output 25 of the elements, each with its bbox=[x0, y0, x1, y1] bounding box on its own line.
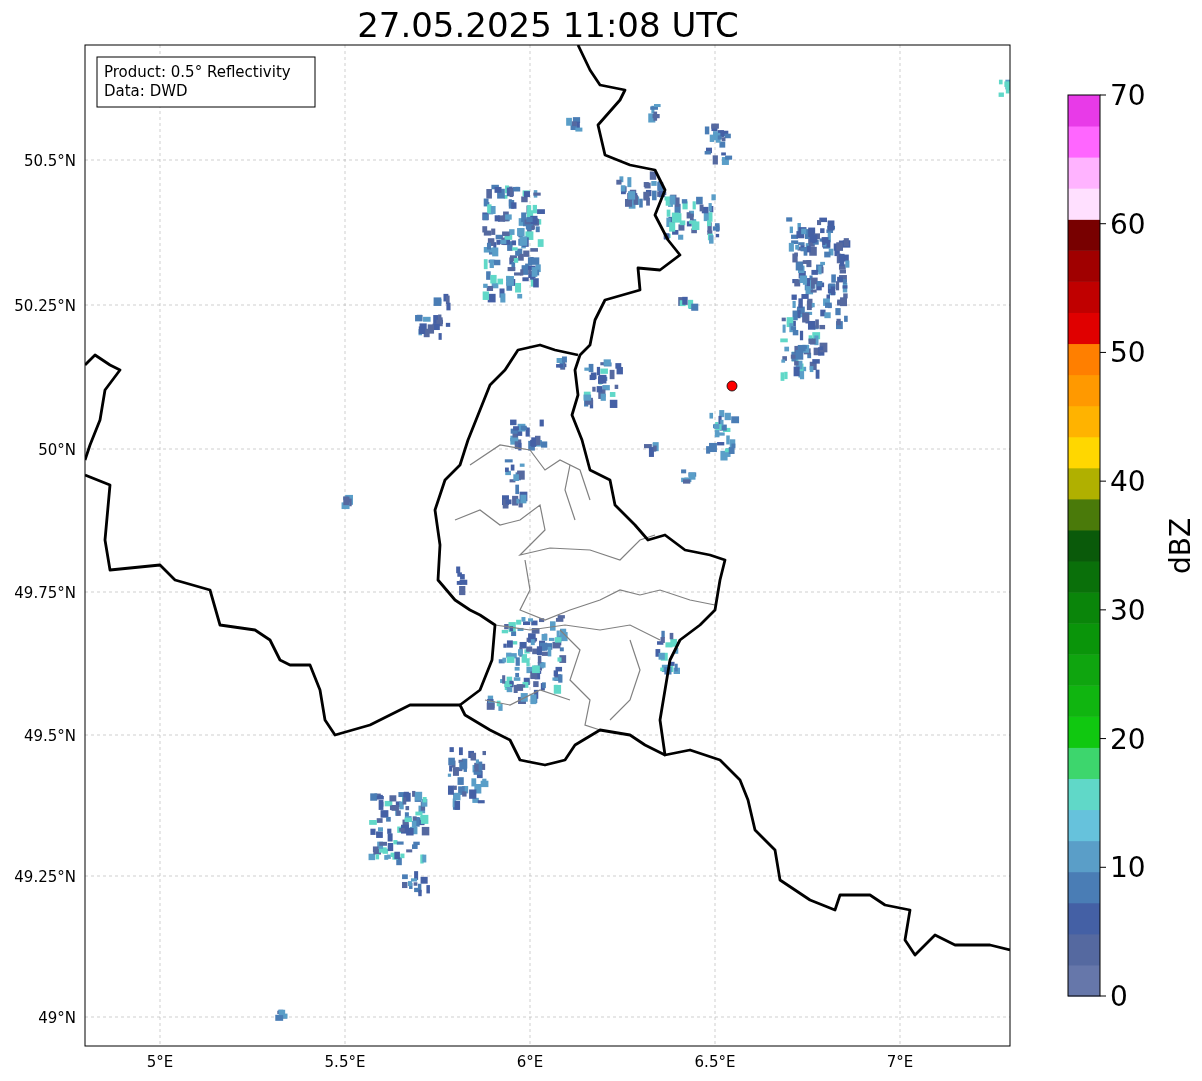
colorbar-tick-label: 60 bbox=[1110, 207, 1146, 241]
legend-text: Product: 0.5° Reflectivity bbox=[104, 63, 291, 81]
colorbar-tick-label: 70 bbox=[1110, 79, 1146, 112]
longitude-label: 7°E bbox=[886, 1053, 914, 1071]
colorbar-tick-label: 0 bbox=[1110, 980, 1128, 1013]
colorbar-tick-label: 20 bbox=[1110, 722, 1146, 756]
colorbar-tick-label: 50 bbox=[1110, 336, 1146, 370]
longitude-label: 6°E bbox=[516, 1053, 544, 1071]
latitude-label: 50.25°N bbox=[14, 297, 76, 315]
colorbar-tick-label: 10 bbox=[1110, 851, 1146, 885]
latitude-label: 49.25°N bbox=[14, 868, 76, 886]
longitude-label: 5°E bbox=[146, 1053, 174, 1071]
colorbar-tick-label: 40 bbox=[1110, 465, 1146, 499]
longitude-label: 6.5°E bbox=[694, 1053, 736, 1071]
latitude-label: 49.75°N bbox=[14, 584, 76, 602]
colorbar-tick-label: 30 bbox=[1110, 593, 1146, 627]
latitude-label: 49.5°N bbox=[23, 727, 76, 745]
figure-title: 27.05.2025 11:08 UTC bbox=[357, 5, 739, 45]
latitude-label: 49°N bbox=[38, 1009, 76, 1027]
latitude-label: 50.5°N bbox=[23, 152, 76, 170]
colorbar-label: dBZ bbox=[1164, 517, 1197, 575]
radar-station-marker bbox=[726, 380, 738, 392]
legend-text: Data: DWD bbox=[104, 82, 188, 100]
latitude-label: 50°N bbox=[38, 441, 76, 459]
longitude-label: 5.5°E bbox=[324, 1053, 366, 1071]
